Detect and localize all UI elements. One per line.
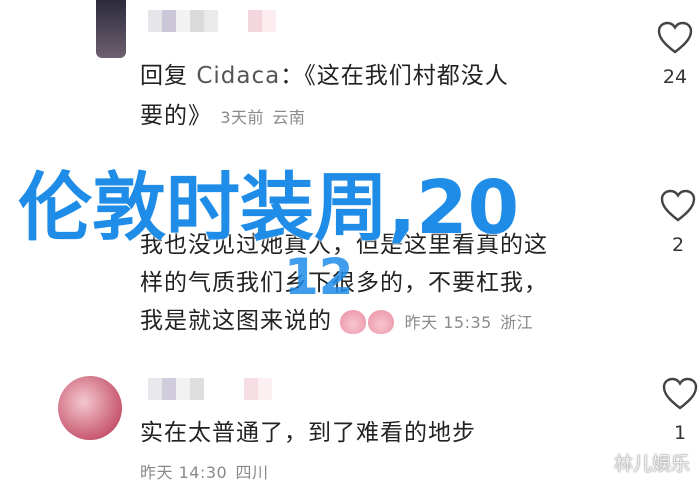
comment-time: 昨天 14:30 [140, 463, 228, 482]
username-blurred [148, 378, 272, 400]
comment-time: 昨天 15:35 [404, 313, 492, 332]
reply-user-link[interactable]: Cidaca [196, 63, 280, 89]
reply-prefix: 回复 [140, 63, 188, 89]
like-heart-icon[interactable] [655, 18, 695, 58]
comment-line: 我是就这图来说的 [140, 308, 332, 334]
avatar[interactable] [96, 0, 126, 58]
pig-emoji-icon [368, 309, 395, 334]
comment-text: 实在太普通了，到了难看的地步 昨天 14:30 四川 [140, 414, 476, 492]
watermark-title: 伦敦时装周,20 [18, 165, 520, 251]
watermark-title-suffix: 12 [284, 248, 354, 306]
like-count: 24 [662, 66, 688, 88]
like-heart-icon[interactable] [658, 186, 698, 226]
comment-line: ：《这在我们村都没人 [280, 63, 509, 89]
comment-location: 四川 [235, 463, 269, 482]
comment-location: 云南 [272, 108, 306, 127]
pig-emoji-icon [340, 309, 367, 334]
comment-line: 实在太普通了，到了难看的地步 [140, 420, 476, 446]
comment-3: 实在太普通了，到了难看的地步 昨天 14:30 四川 1 [0, 350, 700, 484]
like-heart-icon[interactable] [660, 374, 700, 414]
like-count: 1 [673, 422, 687, 444]
username-blurred [148, 10, 276, 32]
corner-watermark: 林儿娱乐 [613, 453, 690, 475]
comment-text: 回复 Cidaca：《这在我们村都没人 要的》 3天前 云南 [140, 56, 509, 138]
comment-line: 要的》 [140, 103, 212, 129]
comment-location: 浙江 [500, 313, 534, 332]
avatar[interactable] [58, 376, 122, 440]
like-count: 2 [671, 234, 685, 256]
comment-time: 3天前 [220, 108, 264, 127]
comment-1: 回复 Cidaca：《这在我们村都没人 要的》 3天前 云南 24 [0, 0, 700, 150]
